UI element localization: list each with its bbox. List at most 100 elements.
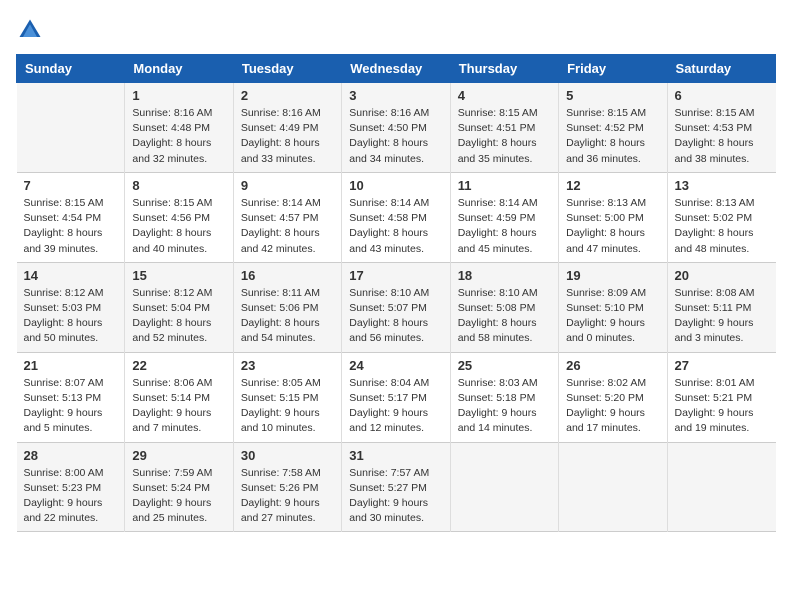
day-number: 6 <box>675 88 769 103</box>
calendar-cell: 9 Sunrise: 8:14 AM Sunset: 4:57 PM Daylig… <box>233 172 341 262</box>
calendar-cell: 12 Sunrise: 8:13 AM Sunset: 5:00 PM Dayli… <box>559 172 667 262</box>
day-info: Sunrise: 8:14 AM Sunset: 4:57 PM Dayligh… <box>241 196 334 257</box>
day-info: Sunrise: 8:14 AM Sunset: 4:59 PM Dayligh… <box>458 196 551 257</box>
calendar-cell: 21 Sunrise: 8:07 AM Sunset: 5:13 PM Dayli… <box>17 352 125 442</box>
day-number: 4 <box>458 88 551 103</box>
calendar-table: SundayMondayTuesdayWednesdayThursdayFrid… <box>16 54 776 532</box>
week-row-1: 1 Sunrise: 8:16 AM Sunset: 4:48 PM Daylig… <box>17 83 776 173</box>
day-info: Sunrise: 8:14 AM Sunset: 4:58 PM Dayligh… <box>349 196 442 257</box>
calendar-cell: 30Sunrise: 7:58 AM Sunset: 5:26 PM Dayli… <box>233 442 341 532</box>
calendar-cell: 23 Sunrise: 8:05 AM Sunset: 5:15 PM Dayli… <box>233 352 341 442</box>
calendar-cell: 26 Sunrise: 8:02 AM Sunset: 5:20 PM Dayli… <box>559 352 667 442</box>
weekday-header-monday: Monday <box>125 55 233 83</box>
day-number: 23 <box>241 358 334 373</box>
weekday-header-saturday: Saturday <box>667 55 775 83</box>
calendar-cell: 24Sunrise: 8:04 AM Sunset: 5:17 PM Dayli… <box>342 352 450 442</box>
day-number: 12 <box>566 178 659 193</box>
day-info: Sunrise: 8:15 AM Sunset: 4:54 PM Dayligh… <box>24 196 118 257</box>
calendar-cell: 22 Sunrise: 8:06 AM Sunset: 5:14 PM Dayli… <box>125 352 233 442</box>
day-info: Sunrise: 8:15 AM Sunset: 4:51 PM Dayligh… <box>458 106 551 167</box>
day-info: Sunrise: 8:15 AM Sunset: 4:53 PM Dayligh… <box>675 106 769 167</box>
calendar-cell: 3 Sunrise: 8:16 AM Sunset: 4:50 PM Daylig… <box>342 83 450 173</box>
day-number: 3 <box>349 88 442 103</box>
weekday-header-thursday: Thursday <box>450 55 558 83</box>
day-number: 22 <box>132 358 225 373</box>
day-info: Sunrise: 8:01 AM Sunset: 5:21 PM Dayligh… <box>675 376 769 437</box>
day-number: 8 <box>132 178 225 193</box>
day-number: 7 <box>24 178 118 193</box>
calendar-cell: 14Sunrise: 8:12 AM Sunset: 5:03 PM Dayli… <box>17 262 125 352</box>
day-info: Sunrise: 8:12 AM Sunset: 5:03 PM Dayligh… <box>24 286 118 347</box>
day-info: Sunrise: 7:57 AM Sunset: 5:27 PM Dayligh… <box>349 466 442 527</box>
day-number: 2 <box>241 88 334 103</box>
day-number: 1 <box>132 88 225 103</box>
calendar-body: 1 Sunrise: 8:16 AM Sunset: 4:48 PM Daylig… <box>17 83 776 532</box>
calendar-cell: 2 Sunrise: 8:16 AM Sunset: 4:49 PM Daylig… <box>233 83 341 173</box>
day-number: 21 <box>24 358 118 373</box>
day-number: 27 <box>675 358 769 373</box>
day-number: 5 <box>566 88 659 103</box>
calendar-cell: 19Sunrise: 8:09 AM Sunset: 5:10 PM Dayli… <box>559 262 667 352</box>
day-number: 9 <box>241 178 334 193</box>
calendar-cell: 7 Sunrise: 8:15 AM Sunset: 4:54 PM Daylig… <box>17 172 125 262</box>
day-number: 18 <box>458 268 551 283</box>
day-number: 17 <box>349 268 442 283</box>
day-number: 20 <box>675 268 769 283</box>
day-info: Sunrise: 8:13 AM Sunset: 5:00 PM Dayligh… <box>566 196 659 257</box>
day-info: Sunrise: 8:06 AM Sunset: 5:14 PM Dayligh… <box>132 376 225 437</box>
calendar-cell: 17 Sunrise: 8:10 AM Sunset: 5:07 PM Dayli… <box>342 262 450 352</box>
calendar-cell: 27 Sunrise: 8:01 AM Sunset: 5:21 PM Dayli… <box>667 352 775 442</box>
day-number: 26 <box>566 358 659 373</box>
weekday-header-tuesday: Tuesday <box>233 55 341 83</box>
weekday-header-friday: Friday <box>559 55 667 83</box>
day-info: Sunrise: 8:13 AM Sunset: 5:02 PM Dayligh… <box>675 196 769 257</box>
calendar-header: SundayMondayTuesdayWednesdayThursdayFrid… <box>17 55 776 83</box>
day-info: Sunrise: 8:00 AM Sunset: 5:23 PM Dayligh… <box>24 466 118 527</box>
day-info: Sunrise: 8:16 AM Sunset: 4:50 PM Dayligh… <box>349 106 442 167</box>
day-number: 15 <box>132 268 225 283</box>
calendar-cell: 13Sunrise: 8:13 AM Sunset: 5:02 PM Dayli… <box>667 172 775 262</box>
calendar-cell: 5 Sunrise: 8:15 AM Sunset: 4:52 PM Daylig… <box>559 83 667 173</box>
weekday-header-wednesday: Wednesday <box>342 55 450 83</box>
logo-icon <box>16 16 44 44</box>
day-info: Sunrise: 8:11 AM Sunset: 5:06 PM Dayligh… <box>241 286 334 347</box>
day-number: 24 <box>349 358 442 373</box>
day-info: Sunrise: 7:59 AM Sunset: 5:24 PM Dayligh… <box>132 466 225 527</box>
day-info: Sunrise: 8:12 AM Sunset: 5:04 PM Dayligh… <box>132 286 225 347</box>
day-info: Sunrise: 8:10 AM Sunset: 5:07 PM Dayligh… <box>349 286 442 347</box>
calendar-cell: 16 Sunrise: 8:11 AM Sunset: 5:06 PM Dayli… <box>233 262 341 352</box>
calendar-cell <box>667 442 775 532</box>
day-number: 31 <box>349 448 442 463</box>
calendar-cell: 1 Sunrise: 8:16 AM Sunset: 4:48 PM Daylig… <box>125 83 233 173</box>
week-row-2: 7 Sunrise: 8:15 AM Sunset: 4:54 PM Daylig… <box>17 172 776 262</box>
day-info: Sunrise: 8:07 AM Sunset: 5:13 PM Dayligh… <box>24 376 118 437</box>
calendar-cell: 31 Sunrise: 7:57 AM Sunset: 5:27 PM Dayli… <box>342 442 450 532</box>
day-info: Sunrise: 8:10 AM Sunset: 5:08 PM Dayligh… <box>458 286 551 347</box>
calendar-cell: 20 Sunrise: 8:08 AM Sunset: 5:11 PM Dayli… <box>667 262 775 352</box>
calendar-cell: 18 Sunrise: 8:10 AM Sunset: 5:08 PM Dayli… <box>450 262 558 352</box>
calendar-cell: 15 Sunrise: 8:12 AM Sunset: 5:04 PM Dayli… <box>125 262 233 352</box>
day-info: Sunrise: 8:03 AM Sunset: 5:18 PM Dayligh… <box>458 376 551 437</box>
day-info: Sunrise: 8:02 AM Sunset: 5:20 PM Dayligh… <box>566 376 659 437</box>
day-info: Sunrise: 7:58 AM Sunset: 5:26 PM Dayligh… <box>241 466 334 527</box>
week-row-3: 14Sunrise: 8:12 AM Sunset: 5:03 PM Dayli… <box>17 262 776 352</box>
day-info: Sunrise: 8:15 AM Sunset: 4:56 PM Dayligh… <box>132 196 225 257</box>
day-info: Sunrise: 8:16 AM Sunset: 4:49 PM Dayligh… <box>241 106 334 167</box>
calendar-cell: 11Sunrise: 8:14 AM Sunset: 4:59 PM Dayli… <box>450 172 558 262</box>
day-info: Sunrise: 8:16 AM Sunset: 4:48 PM Dayligh… <box>132 106 225 167</box>
day-info: Sunrise: 8:08 AM Sunset: 5:11 PM Dayligh… <box>675 286 769 347</box>
day-number: 25 <box>458 358 551 373</box>
calendar-cell: 28Sunrise: 8:00 AM Sunset: 5:23 PM Dayli… <box>17 442 125 532</box>
calendar-cell <box>559 442 667 532</box>
day-info: Sunrise: 8:15 AM Sunset: 4:52 PM Dayligh… <box>566 106 659 167</box>
calendar-cell: 25 Sunrise: 8:03 AM Sunset: 5:18 PM Dayli… <box>450 352 558 442</box>
day-info: Sunrise: 8:05 AM Sunset: 5:15 PM Dayligh… <box>241 376 334 437</box>
calendar-cell: 6 Sunrise: 8:15 AM Sunset: 4:53 PM Daylig… <box>667 83 775 173</box>
weekday-row: SundayMondayTuesdayWednesdayThursdayFrid… <box>17 55 776 83</box>
week-row-4: 21 Sunrise: 8:07 AM Sunset: 5:13 PM Dayli… <box>17 352 776 442</box>
calendar-cell: 4 Sunrise: 8:15 AM Sunset: 4:51 PM Daylig… <box>450 83 558 173</box>
day-number: 16 <box>241 268 334 283</box>
calendar-cell <box>450 442 558 532</box>
day-number: 10 <box>349 178 442 193</box>
weekday-header-sunday: Sunday <box>17 55 125 83</box>
